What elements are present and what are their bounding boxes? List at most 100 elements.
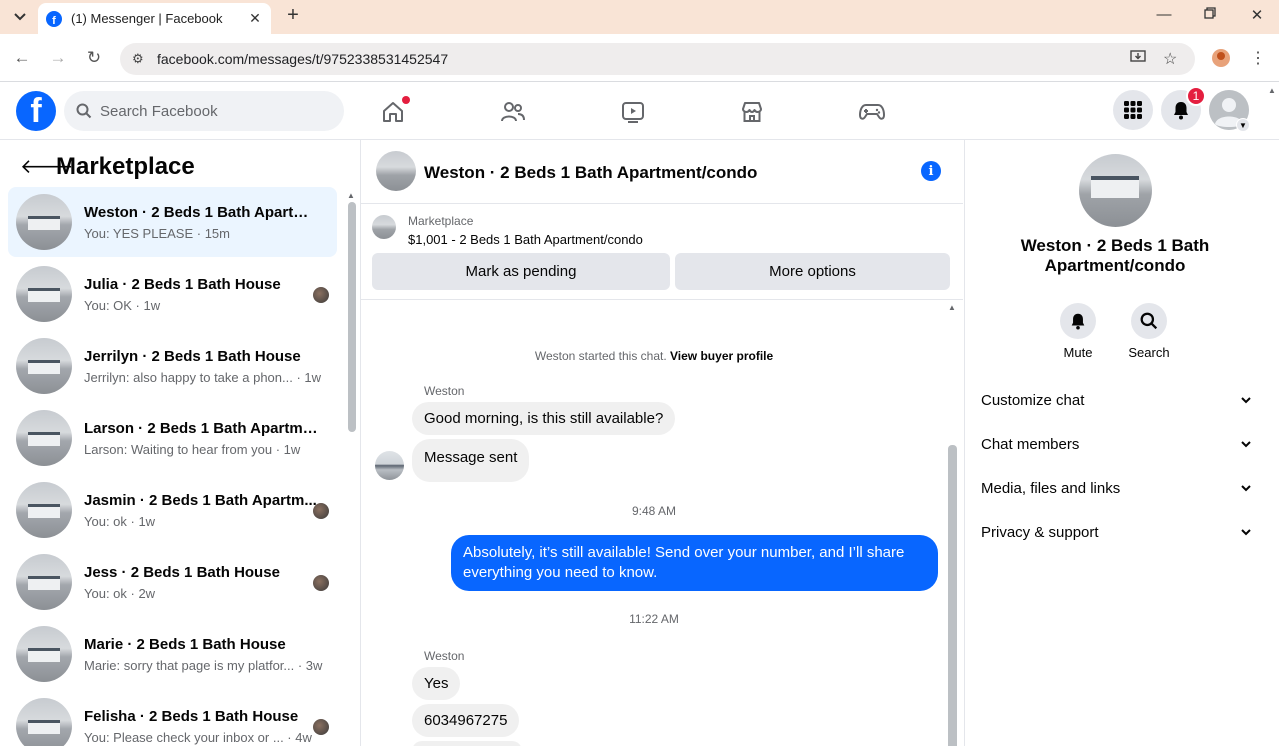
chat-details-panel: Weston · 2 Beds 1 Bath Apartment/condo M… — [964, 140, 1279, 746]
sender-name: Weston — [424, 649, 465, 663]
list-item[interactable]: Marie · 2 Beds 1 Bath House Marie: sorry… — [8, 619, 337, 689]
mute-button[interactable]: Mute — [1053, 303, 1103, 360]
list-item[interactable]: Jess · 2 Beds 1 Bath House You: ok · 2w — [8, 547, 337, 617]
conversation-snippet: You: Please check your inbox or ... · 4w — [84, 730, 312, 745]
gaming-nav-icon[interactable] — [858, 98, 886, 126]
address-bar[interactable]: ⚙ facebook.com/messages/t/97523385314525… — [120, 43, 1195, 75]
row-label: Media, files and links — [981, 479, 1121, 497]
timestamp: 9:48 AM — [631, 504, 677, 518]
marketplace-conversation-list: 🡐 Marketplace Weston · 2 Beds 1 Bath Apa… — [0, 140, 361, 746]
message-bubble-sent[interactable]: Absolutely, it’s still available! Send o… — [451, 535, 938, 591]
row-label: Privacy & support — [981, 523, 1099, 541]
row-label: Chat members — [981, 435, 1080, 453]
list-item[interactable]: Julia · 2 Beds 1 Bath House You: OK · 1w — [8, 259, 337, 329]
message-list: Weston started this chat. View buyer pro… — [361, 301, 963, 746]
grid-icon — [1124, 101, 1142, 119]
window-close-icon[interactable]: ✕ — [1247, 6, 1267, 24]
install-app-icon[interactable] — [1130, 49, 1146, 70]
listing-thumbnail — [16, 626, 72, 682]
chevron-down-icon — [1241, 397, 1251, 404]
conversation-name: Felisha · 2 Beds 1 Bath House — [84, 708, 299, 725]
details-title: Weston · 2 Beds 1 Bath Apartment/condo — [1020, 236, 1210, 275]
back-icon[interactable]: ← — [12, 48, 32, 68]
seen-avatar — [313, 719, 329, 735]
conversation-name: Jasmin · 2 Beds 1 Bath Apartm... — [84, 492, 317, 509]
reload-icon[interactable]: ↻ — [84, 48, 104, 68]
facebook-header: f — [0, 82, 1279, 140]
conversation-name: Larson · 2 Beds 1 Bath Apartmen... — [84, 420, 320, 437]
tab-close-icon[interactable]: ✕ — [247, 10, 263, 27]
restore-icon[interactable] — [1200, 6, 1220, 23]
media-files-links-row[interactable]: Media, files and links — [981, 474, 1251, 502]
forward-icon[interactable]: → — [48, 48, 68, 68]
conversation-name: Jess · 2 Beds 1 Bath House — [84, 564, 280, 581]
conversation-snippet: Larson: Waiting to hear from you · 1w — [84, 442, 301, 457]
search-icon — [1140, 312, 1158, 330]
chevron-down-icon[interactable]: ▼ — [1236, 118, 1250, 132]
message-bubble[interactable]: Message sent — [412, 439, 530, 482]
browser-toolbar: ← → ↻ ⚙ facebook.com/messages/t/97523385… — [0, 34, 1279, 82]
video-nav-icon[interactable] — [619, 98, 647, 126]
new-tab-icon[interactable]: + — [283, 4, 303, 27]
search-label: Search — [1128, 345, 1170, 360]
conversation-name: Jerrilyn · 2 Beds 1 Bath House — [84, 348, 301, 365]
customize-chat-row[interactable]: Customize chat — [981, 386, 1251, 414]
facebook-search-input[interactable] — [100, 102, 320, 120]
mark-as-pending-button[interactable]: Mark as pending — [372, 253, 670, 290]
chat-panel: Weston · 2 Beds 1 Bath Apartment/condo i… — [361, 140, 964, 746]
minimize-icon[interactable]: — — [1154, 6, 1174, 23]
conversation-snippet: You: YES PLEASE · 15m — [84, 226, 230, 241]
info-icon[interactable]: i — [921, 161, 941, 181]
list-item[interactable]: Weston · 2 Beds 1 Bath Apartme... You: Y… — [8, 187, 337, 257]
chevron-down-icon — [1241, 441, 1251, 448]
mute-label: Mute — [1063, 345, 1093, 360]
site-info-icon[interactable]: ⚙ — [132, 51, 144, 67]
browser-menu-icon[interactable]: ⋮ — [1250, 48, 1266, 68]
listing-bar: Marketplace $1,001 - 2 Beds 1 Bath Apart… — [361, 204, 963, 300]
bookmark-star-icon[interactable]: ☆ — [1163, 49, 1177, 69]
more-options-button[interactable]: More options — [675, 253, 950, 290]
conversation-snippet: You: ok · 1w — [84, 514, 156, 529]
conversation-snippet: Jerrilyn: also happy to take a phon... ·… — [84, 370, 322, 385]
message-bubble[interactable] — [412, 741, 522, 746]
search-in-chat-button[interactable]: Search — [1124, 303, 1174, 360]
chevron-down-icon — [1241, 485, 1251, 492]
list-scroll-up-icon[interactable]: ▲ — [347, 191, 355, 200]
sender-name: Weston — [424, 384, 465, 398]
privacy-support-row[interactable]: Privacy & support — [981, 518, 1251, 546]
menu-grid-button[interactable] — [1113, 90, 1153, 130]
avatar[interactable] — [1079, 154, 1152, 227]
browser-profile-icon[interactable] — [1212, 49, 1230, 67]
notification-badge: 1 — [1186, 86, 1206, 106]
facebook-search[interactable] — [64, 91, 344, 131]
chat-title[interactable]: Weston · 2 Beds 1 Bath Apartment/condo — [424, 163, 757, 183]
url-text[interactable]: facebook.com/messages/t/9752338531452547 — [157, 51, 448, 67]
message-bubble[interactable]: Good morning, is this still available? — [412, 402, 676, 435]
list-item[interactable]: Jerrilyn · 2 Beds 1 Bath House Jerrilyn:… — [8, 331, 337, 401]
page-scroll-up-icon[interactable]: ▲ — [1268, 86, 1276, 95]
browser-tab-messenger[interactable]: f (1) Messenger | Facebook ✕ — [38, 3, 271, 34]
list-item[interactable]: Felisha · 2 Beds 1 Bath House You: Pleas… — [8, 691, 337, 746]
seen-avatar — [313, 287, 329, 303]
chat-members-row[interactable]: Chat members — [981, 430, 1251, 458]
avatar[interactable] — [375, 451, 404, 480]
list-item[interactable]: Jasmin · 2 Beds 1 Bath Apartm... You: ok… — [8, 475, 337, 545]
facebook-logo-icon[interactable]: f — [16, 91, 56, 131]
listing-thumbnail — [16, 338, 72, 394]
list-scrollbar[interactable] — [348, 202, 356, 432]
listing-thumbnail — [16, 266, 72, 322]
message-bubble[interactable]: 6034967275 — [412, 704, 520, 737]
listing-label: Marketplace — [408, 214, 474, 228]
view-buyer-profile-link[interactable]: View buyer profile — [670, 349, 773, 363]
chat-scrollbar[interactable] — [948, 445, 957, 746]
seen-avatar — [313, 503, 329, 519]
listing-price[interactable]: $1,001 - 2 Beds 1 Bath Apartment/condo — [408, 232, 643, 247]
marketplace-nav-icon[interactable] — [738, 98, 766, 126]
message-bubble[interactable]: Yes — [412, 667, 461, 700]
chat-scroll-up-icon[interactable]: ▲ — [948, 303, 956, 312]
list-item[interactable]: Larson · 2 Beds 1 Bath Apartmen... Larso… — [8, 403, 337, 473]
friends-nav-icon[interactable] — [499, 98, 527, 126]
chat-avatar[interactable] — [376, 151, 416, 191]
tab-search-icon[interactable] — [9, 6, 31, 28]
browser-tab-bar: f (1) Messenger | Facebook ✕ + — ✕ — [0, 0, 1279, 34]
